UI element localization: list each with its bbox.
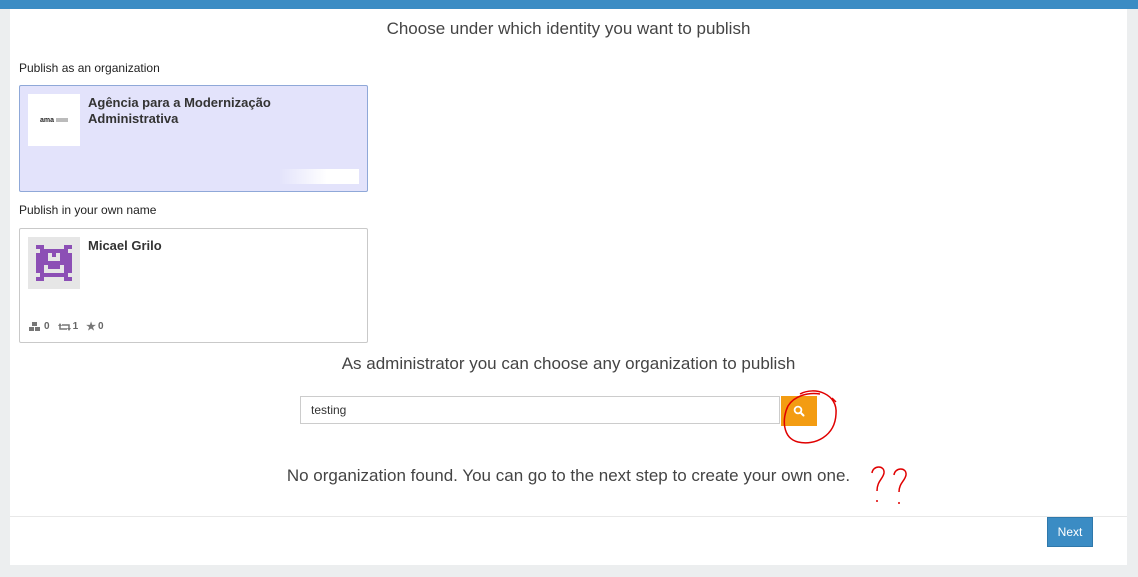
blurred-detail [279,169,359,184]
organization-logo-text: ama [39,116,54,124]
own-name-section-label: Publish in your own name [19,203,157,217]
user-card[interactable]: Micael Grilo 0 1 ★ 0 [19,228,368,343]
search-button[interactable] [781,396,817,426]
no-organization-message: No organization found. You can go to the… [286,466,851,485]
organization-section-label: Publish as an organization [19,61,160,75]
next-button[interactable]: Next [1047,517,1093,547]
identicon-avatar-icon [36,245,72,281]
admin-hint-text: As administrator you can choose any orga… [341,354,796,373]
reuses-stat: 1 [57,320,78,333]
retweet-icon [57,322,71,331]
footer-divider [10,516,1127,517]
star-icon: ★ [86,321,96,333]
organization-card[interactable]: ama Agência para a Modernização Administ… [19,85,368,192]
avatar [28,237,80,289]
user-stats: 0 1 ★ 0 [29,320,104,333]
page-title: Choose under which identity you want to … [386,19,751,38]
organization-search-input[interactable] [300,396,780,424]
search-icon [793,405,805,417]
organization-logo: ama [28,94,80,146]
organization-name: Agência para a Modernização Administrati… [88,95,271,126]
top-accent-bar [0,0,1138,9]
datasets-stat: 0 [29,320,50,333]
user-name: Micael Grilo [88,238,162,253]
stars-stat: ★ 0 [86,321,104,333]
cubes-icon [29,321,40,331]
